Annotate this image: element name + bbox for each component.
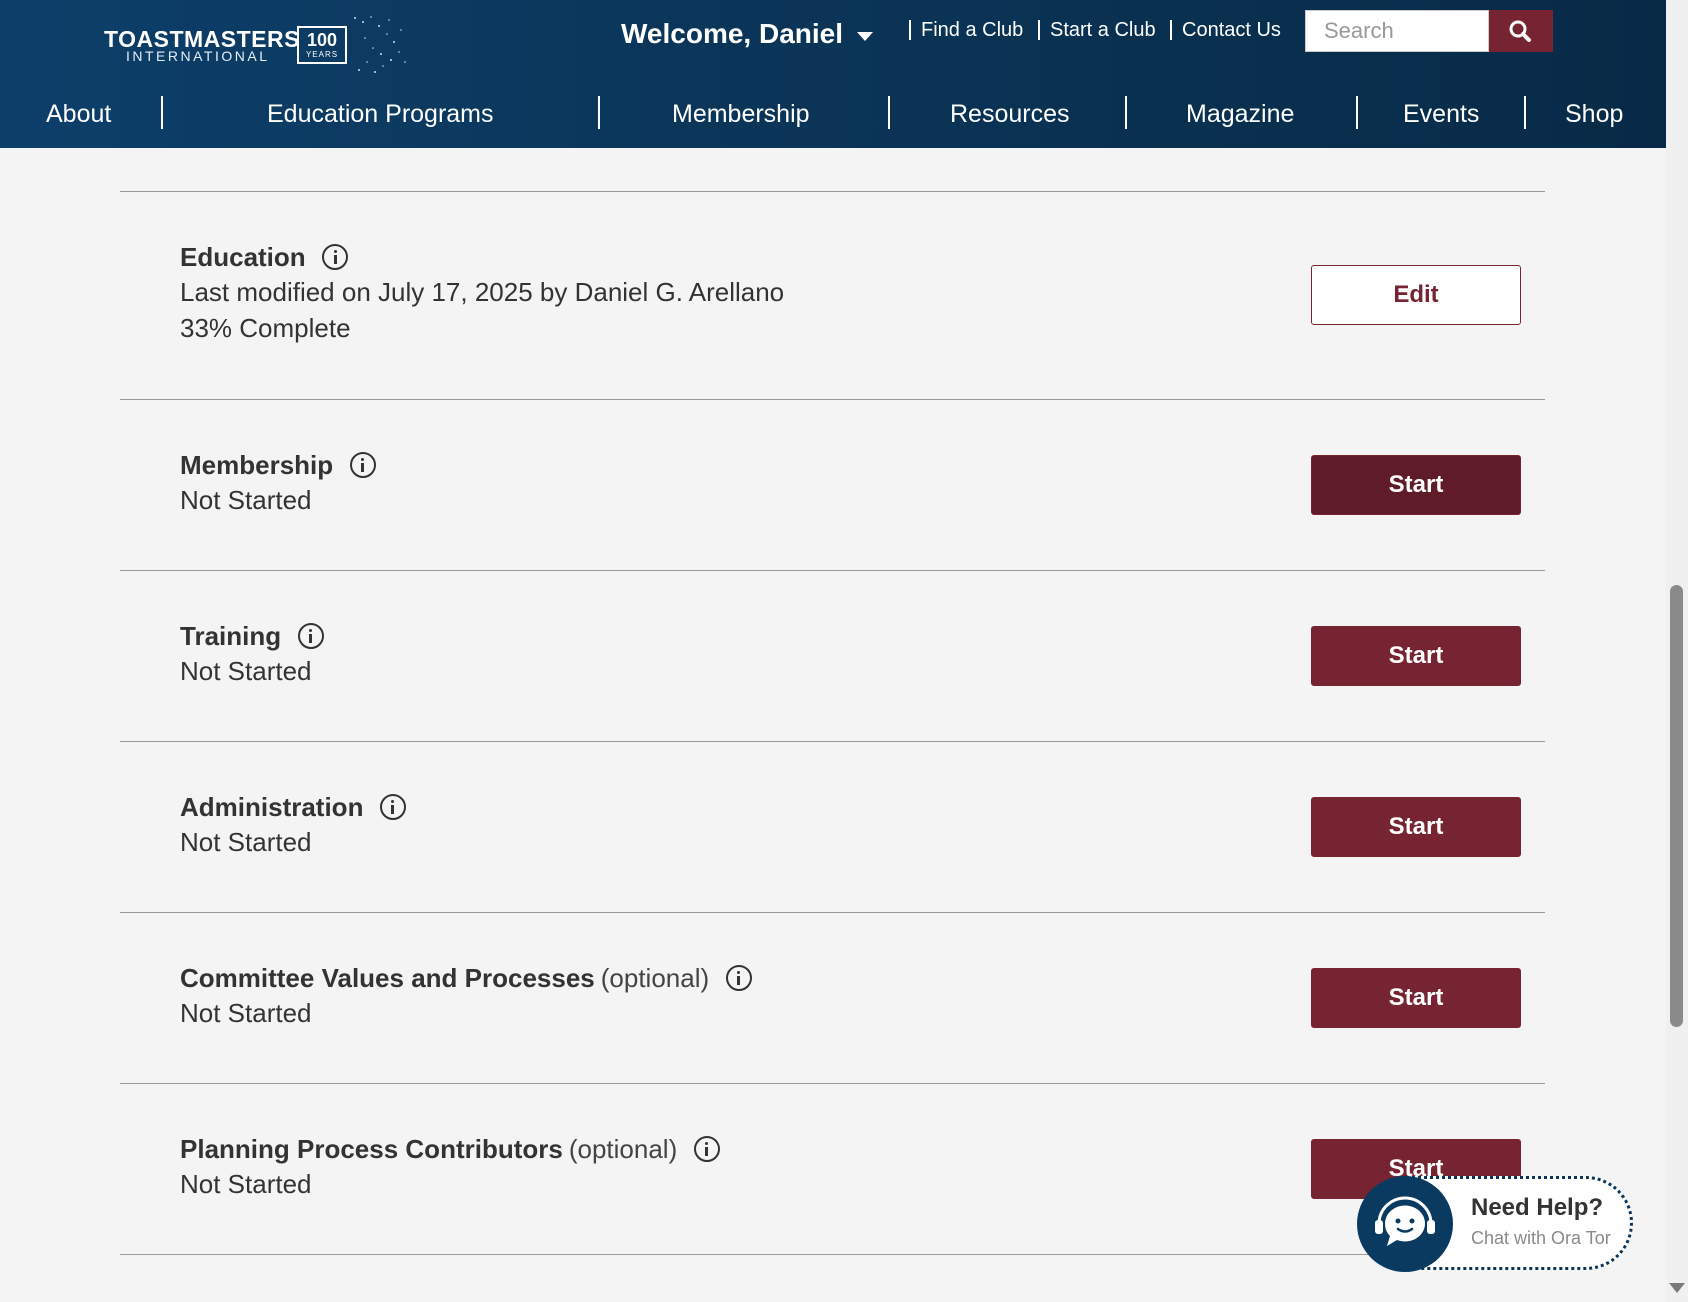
nav-magazine[interactable]: Magazine (1186, 94, 1294, 134)
start-training-button[interactable]: Start (1311, 626, 1521, 686)
start-a-club-link[interactable]: Start a Club (1050, 14, 1156, 46)
contact-us-link[interactable]: Contact Us (1182, 14, 1281, 46)
section-divider (120, 570, 1545, 571)
optional-label: (optional) (568, 1134, 678, 1164)
nav-separator (888, 96, 890, 129)
welcome-user-menu[interactable]: Welcome, Daniel (621, 14, 843, 54)
logo-subtitle: INTERNATIONAL (126, 48, 270, 64)
nav-separator (598, 96, 600, 129)
help-subtitle: Chat with Ora Tor (1471, 1228, 1611, 1248)
info-icon[interactable] (297, 623, 324, 649)
chevron-down-icon[interactable] (857, 32, 873, 41)
section-title: Administration (180, 792, 364, 822)
section-education: Education Last modified on July 17, 2025… (180, 240, 784, 346)
section-divider (120, 399, 1545, 400)
nav-education-programs[interactable]: Education Programs (267, 94, 494, 134)
section-administration: Administration Not Started (180, 790, 406, 860)
section-title: Committee Values and Processes (180, 963, 595, 993)
search-input[interactable]: Search (1305, 10, 1489, 52)
help-title: Need Help? (1471, 1194, 1604, 1221)
utility-separator (909, 20, 911, 40)
section-membership: Membership Not Started (180, 448, 376, 518)
chat-bot-icon[interactable] (1357, 1176, 1453, 1272)
nav-resources[interactable]: Resources (950, 94, 1070, 134)
toastmasters-logo[interactable]: TOASTMASTERS INTERNATIONAL 100 YEARS (104, 14, 406, 78)
section-divider (120, 741, 1545, 742)
chat-bubble-icon (1375, 1196, 1435, 1246)
start-committee-values-button[interactable]: Start (1311, 968, 1521, 1028)
edit-education-button[interactable]: Edit (1311, 265, 1521, 325)
section-title: Training (180, 621, 282, 651)
section-title: Membership (180, 450, 334, 480)
last-modified-text: Last modified on July 17, 2025 by Daniel… (180, 277, 785, 307)
section-divider (120, 912, 1545, 913)
search-icon (1509, 20, 1531, 42)
info-icon[interactable] (725, 965, 752, 991)
info-icon[interactable] (693, 1136, 720, 1162)
utility-separator (1170, 20, 1172, 40)
section-title: Planning Process Contributors (180, 1134, 563, 1164)
scroll-down-arrow-icon[interactable] (1669, 1283, 1685, 1293)
status-text: Not Started (180, 827, 312, 857)
find-a-club-link[interactable]: Find a Club (921, 14, 1023, 46)
section-divider (120, 1083, 1545, 1084)
status-text: Not Started (180, 485, 312, 515)
start-membership-button[interactable]: Start (1311, 455, 1521, 515)
nav-separator (1125, 96, 1127, 129)
nav-events[interactable]: Events (1403, 94, 1479, 134)
nav-separator (1524, 96, 1526, 129)
section-title: Education (180, 242, 306, 272)
search-button[interactable] (1489, 10, 1553, 52)
nav-membership[interactable]: Membership (672, 94, 810, 134)
info-icon[interactable] (379, 794, 406, 820)
status-text: Not Started (180, 1169, 312, 1199)
nav-about[interactable]: About (46, 94, 111, 134)
scrollbar-thumb[interactable] (1670, 585, 1683, 1027)
info-icon[interactable] (349, 452, 376, 478)
badge-number: 100 (306, 30, 338, 50)
anniversary-badge: 100 YEARS (297, 26, 347, 64)
site-header: TOASTMASTERS INTERNATIONAL 100 YEARS Wel… (0, 0, 1666, 148)
status-text: Not Started (180, 998, 312, 1028)
completion-status: 33% Complete (180, 313, 351, 343)
section-divider (120, 191, 1545, 192)
badge-label: YEARS (305, 50, 339, 59)
section-committee-values: Committee Values and Processes (optional)… (180, 961, 752, 1031)
optional-label: (optional) (600, 963, 710, 993)
info-icon[interactable] (322, 244, 349, 270)
nav-separator (161, 96, 163, 129)
nav-shop[interactable]: Shop (1565, 94, 1623, 134)
section-divider (120, 1254, 1545, 1255)
utility-separator (1038, 20, 1040, 40)
section-planning-process: Planning Process Contributors (optional) … (180, 1132, 720, 1202)
section-training: Training Not Started (180, 619, 324, 689)
status-text: Not Started (180, 656, 312, 686)
nav-separator (1356, 96, 1358, 129)
sparkle-decoration (354, 16, 406, 73)
start-administration-button[interactable]: Start (1311, 797, 1521, 857)
